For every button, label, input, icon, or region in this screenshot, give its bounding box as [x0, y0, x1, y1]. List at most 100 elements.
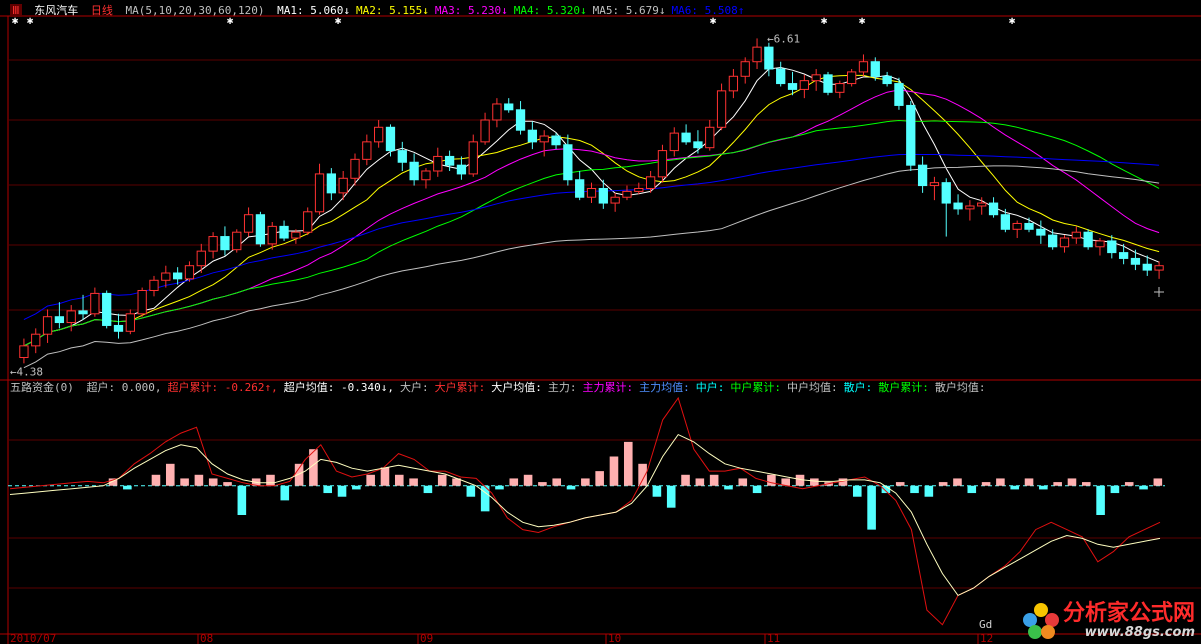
indicator-value-11: 中户均值:	[786, 381, 838, 394]
ma-line-5	[23, 66, 1160, 347]
flow-bar	[895, 482, 905, 486]
candle-body	[504, 103, 514, 111]
candle-body	[196, 250, 206, 267]
indicator-value-1: 超户累计: -0.262↑,	[167, 381, 278, 394]
candle-body	[492, 103, 502, 121]
candle-body	[681, 132, 691, 143]
flow-bar	[523, 474, 533, 486]
flow-bar	[709, 474, 719, 486]
candle-body	[752, 46, 762, 63]
candle-body	[1107, 240, 1117, 254]
candle-body	[1095, 240, 1105, 248]
candle-body	[917, 164, 928, 187]
flow-bar	[1024, 478, 1034, 486]
indicator-value-3: 大户:	[399, 381, 429, 394]
candle-body	[764, 46, 774, 70]
candle-body	[965, 205, 975, 210]
candle-body	[314, 173, 325, 213]
indicator-value-7: 主力累计:	[582, 381, 634, 394]
candle-body	[776, 68, 786, 85]
candle-body	[669, 132, 679, 152]
candle-body	[1024, 222, 1034, 230]
candle-body	[622, 190, 632, 198]
ma-value-4: MA5: 5.679↓	[592, 4, 666, 17]
high-price-label: ←6.61	[767, 32, 800, 45]
candle-body	[1142, 263, 1152, 271]
ma-value-5: MA6: 5.508↑	[671, 4, 745, 17]
date-label-0: 2010/07	[10, 632, 56, 644]
candle-body	[1083, 231, 1093, 248]
sub-line-red	[9, 396, 1161, 626]
candle-body	[456, 164, 467, 175]
flow-bar	[623, 441, 633, 486]
ma-value-0: MA1: 5.060↓	[277, 4, 351, 17]
flow-bar	[595, 471, 604, 486]
flow-bar	[409, 478, 418, 486]
candle-body	[232, 231, 242, 251]
candle-body	[444, 155, 455, 166]
candle-body	[1154, 265, 1164, 271]
flow-bar	[752, 485, 762, 494]
candle-body	[882, 75, 892, 85]
star-marker-5: ✱	[821, 14, 828, 27]
candle-body	[279, 225, 289, 239]
candle-body	[823, 74, 833, 93]
candle-body	[255, 214, 266, 245]
candle-body	[657, 150, 668, 178]
ma-value-1: MA2: 5.155↓	[356, 4, 429, 17]
flow-bar	[266, 474, 275, 486]
candle-body	[350, 158, 360, 179]
candle-body	[693, 141, 703, 149]
candle-body	[894, 83, 904, 106]
flow-bar	[495, 485, 504, 490]
candle-body	[291, 231, 301, 239]
candle-body	[362, 141, 372, 160]
indicator-value-13: 散户累计:	[878, 381, 929, 394]
window-marker[interactable]: Ⅲ	[10, 4, 22, 17]
candle-body	[1000, 214, 1011, 230]
main-header: Ⅲ 东风汽车 日线 MA(5,10,20,30,60,120) MA1: 5.0…	[10, 4, 756, 18]
candle-body	[137, 289, 147, 315]
candle-body	[1012, 222, 1022, 230]
candle-body	[634, 187, 644, 192]
candle-body	[705, 126, 715, 149]
candle-body	[527, 129, 538, 143]
flow-bar	[810, 478, 819, 486]
candle-body	[906, 104, 916, 166]
flow-bar	[852, 485, 862, 497]
watermark: 分析家公式网 www.88gs.com	[1022, 602, 1195, 640]
candle-body	[716, 90, 727, 128]
flow-bar	[323, 485, 333, 494]
flow-bar	[1139, 485, 1148, 490]
indicator-value-6: 主力:	[547, 381, 577, 394]
candle-body	[468, 141, 478, 175]
flow-bar	[666, 485, 676, 508]
flow-bar	[767, 474, 776, 486]
flow-bar	[208, 478, 218, 486]
flow-bar	[294, 463, 304, 486]
gd-text: Gd	[979, 618, 993, 631]
candle-body	[563, 144, 573, 181]
candle-body	[338, 177, 348, 194]
flower-logo-icon	[1022, 603, 1059, 639]
candle-body	[1059, 237, 1070, 248]
sub-header: 五路资金(0) 超户: 0.000, 超户累计: -0.262↑, 超户均值: -0…	[10, 381, 997, 395]
ma-line-20	[23, 89, 1160, 347]
candle-body	[977, 202, 987, 207]
candle-body	[208, 236, 218, 252]
flow-bar	[1081, 482, 1091, 486]
flow-bar	[437, 474, 447, 486]
candle-body	[113, 324, 124, 332]
flow-bar	[1010, 485, 1020, 490]
candle-body	[172, 272, 183, 280]
candle-body	[19, 345, 29, 359]
candle-body	[385, 126, 396, 152]
ma-value-2: MA3: 5.230↓	[434, 4, 508, 17]
indicator-value-9: 中户:	[695, 381, 725, 394]
candle-body	[787, 83, 798, 90]
flow-bar	[380, 467, 390, 486]
candle-body	[847, 71, 857, 85]
ma-values: MA1: 5.060↓ MA2: 5.155↓ MA3: 5.230↓ MA4: 5.…	[277, 4, 750, 17]
star-marker-6: ✱	[859, 14, 866, 27]
flow-bar	[1096, 485, 1105, 515]
